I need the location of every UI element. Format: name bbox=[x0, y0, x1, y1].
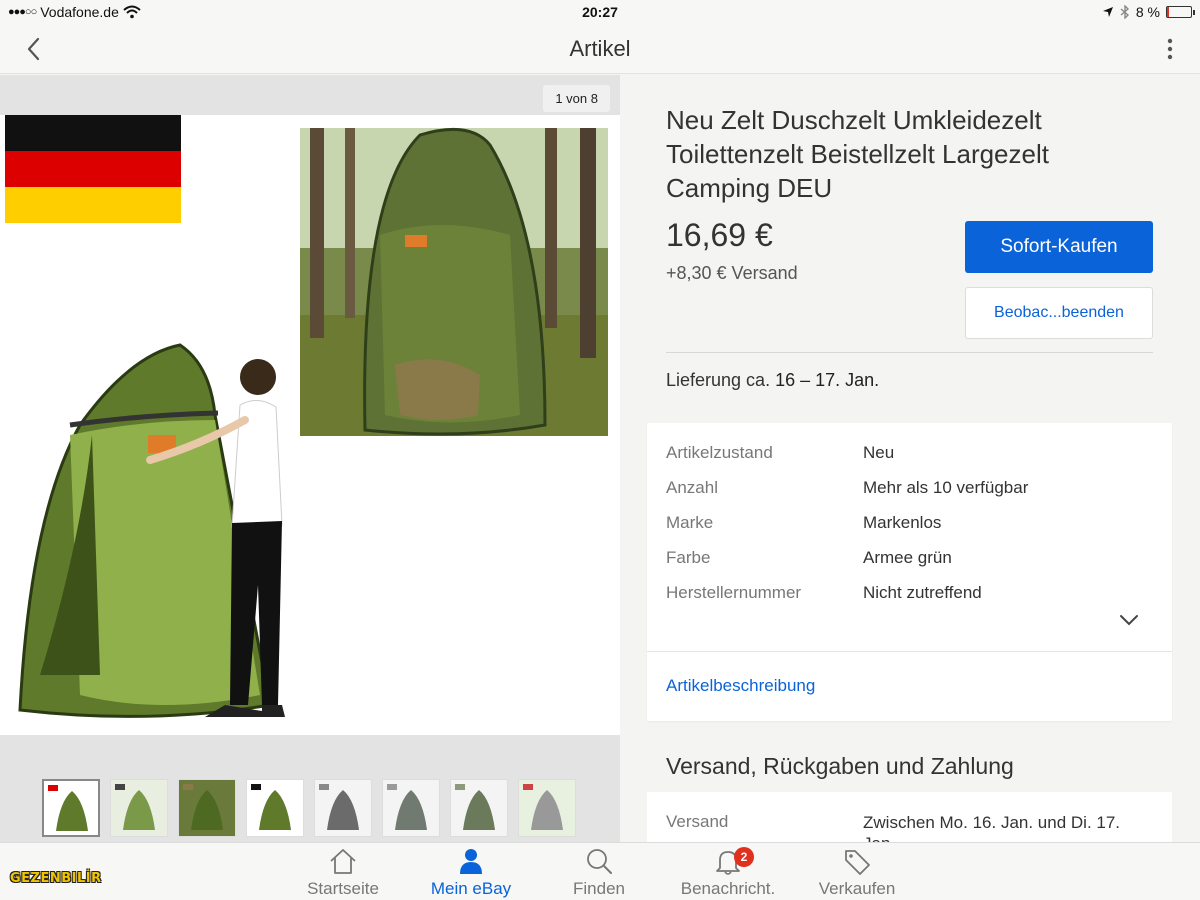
shipping-section-title: Versand, Rückgaben und Zahlung bbox=[666, 753, 1014, 779]
item-description-link[interactable]: Artikelbeschreibung bbox=[666, 676, 815, 696]
thumbnail-image bbox=[44, 781, 98, 835]
shipping-label: Versand bbox=[666, 812, 729, 831]
location-arrow-icon bbox=[1102, 7, 1113, 17]
spec-label: Marke bbox=[666, 513, 714, 532]
thumbnail-image bbox=[315, 780, 371, 836]
watermark-logo: GEZENBILİR bbox=[10, 871, 102, 886]
buy-now-button[interactable]: Sofort-Kaufen bbox=[965, 221, 1153, 273]
spec-label: Farbe bbox=[666, 548, 711, 567]
spec-value: Markenlos bbox=[863, 513, 942, 532]
spec-label: Herstellernummer bbox=[666, 583, 802, 602]
person-icon bbox=[460, 849, 482, 874]
bluetooth-icon bbox=[1120, 5, 1129, 19]
spec-label: Anzahl bbox=[666, 478, 718, 497]
divider bbox=[647, 651, 1172, 652]
unwatch-button[interactable]: Beobac...beenden bbox=[965, 287, 1153, 339]
thumbnail-item[interactable] bbox=[246, 779, 304, 837]
item-specifics-card: Artikelzustand Neu Anzahl Mehr als 10 ve… bbox=[647, 423, 1172, 721]
search-icon bbox=[587, 849, 612, 874]
tab-label: Mein eBay bbox=[430, 879, 512, 898]
thumbnail-item[interactable] bbox=[110, 779, 168, 837]
forest-tent-photo bbox=[300, 127, 608, 436]
tab-search[interactable]: Finden bbox=[539, 847, 659, 899]
spec-value: Nicht zutreffend bbox=[863, 583, 982, 602]
status-bar: ●●●○○ Vodafone.de 20:27 8 % bbox=[0, 0, 1200, 24]
home-icon bbox=[330, 849, 356, 874]
chevron-down-icon[interactable] bbox=[1117, 608, 1141, 632]
tent-photo bbox=[5, 115, 608, 718]
status-time: 20:27 bbox=[582, 4, 618, 20]
shipping-card: Versand Zwischen Mo. 16. Jan. und Di. 17… bbox=[647, 792, 1172, 842]
thumbnail-image bbox=[111, 780, 167, 836]
thumbnail-item[interactable] bbox=[42, 779, 100, 837]
spec-value: Mehr als 10 verfügbar bbox=[863, 478, 1029, 497]
battery-level bbox=[1167, 7, 1169, 17]
battery-percent: 8 % bbox=[1135, 4, 1160, 20]
tab-home[interactable]: Startseite bbox=[283, 847, 403, 899]
thumbnail-item[interactable] bbox=[314, 779, 372, 837]
thumbnail-image bbox=[179, 780, 235, 836]
thumbnail-image bbox=[519, 780, 575, 836]
shipping-value: Zwischen Mo. 16. Jan. und Di. 17. Jan. bbox=[863, 813, 1121, 842]
tag-icon bbox=[845, 850, 870, 875]
thumbnail-image bbox=[383, 780, 439, 836]
thumbnail-item[interactable] bbox=[178, 779, 236, 837]
thumbnail-image bbox=[451, 780, 507, 836]
item-details: Neu Zelt Duschzelt Umkleidezelt Toilette… bbox=[620, 75, 1200, 842]
spec-label: Artikelzustand bbox=[666, 443, 773, 462]
nav-bar: Artikel bbox=[0, 24, 1200, 74]
image-gallery: 1 von 8 bbox=[0, 75, 620, 842]
thumbnail-item[interactable] bbox=[382, 779, 440, 837]
tab-sell[interactable]: Verkaufen bbox=[797, 847, 917, 899]
spec-value: Neu bbox=[863, 443, 895, 462]
thumbnail-strip bbox=[42, 779, 576, 837]
tab-notifications[interactable]: 2 Benachricht. bbox=[668, 847, 788, 899]
divider bbox=[666, 352, 1153, 353]
tab-bar: GEZENBILİR Startseite Mein eBay Finden 2… bbox=[0, 842, 1200, 900]
shipping-cost: +8,30 € Versand bbox=[666, 263, 798, 283]
item-price: 16,69 € bbox=[666, 217, 773, 253]
german-flag-icon bbox=[5, 115, 181, 223]
delivery-estimate: Lieferung ca. 16 – 17. Jan. bbox=[666, 370, 879, 391]
page-title: Artikel bbox=[569, 36, 631, 61]
image-counter: 1 von 8 bbox=[543, 85, 610, 112]
main-product-image[interactable] bbox=[0, 115, 620, 735]
more-options-icon[interactable] bbox=[1162, 36, 1178, 62]
tab-label: Startseite bbox=[307, 879, 379, 898]
notification-badge: 2 bbox=[734, 847, 754, 867]
thumbnail-item[interactable] bbox=[518, 779, 576, 837]
thumbnail-image bbox=[247, 780, 303, 836]
tab-label: Benachricht. bbox=[680, 879, 776, 898]
tab-label: Verkaufen bbox=[818, 879, 896, 898]
item-title: Neu Zelt Duschzelt Umkleidezelt Toilette… bbox=[666, 105, 1049, 203]
tab-my-ebay[interactable]: Mein eBay bbox=[411, 847, 531, 899]
battery-icon bbox=[1166, 6, 1195, 18]
tab-label: Finden bbox=[573, 879, 625, 898]
thumbnail-item[interactable] bbox=[450, 779, 508, 837]
tent-with-person-photo bbox=[18, 343, 285, 718]
delivery-dates: 16 – 17. Jan. bbox=[775, 370, 880, 390]
status-right: 8 % bbox=[1102, 4, 1195, 20]
delivery-prefix: Lieferung ca. bbox=[666, 370, 776, 390]
spec-value: Armee grün bbox=[863, 548, 952, 567]
